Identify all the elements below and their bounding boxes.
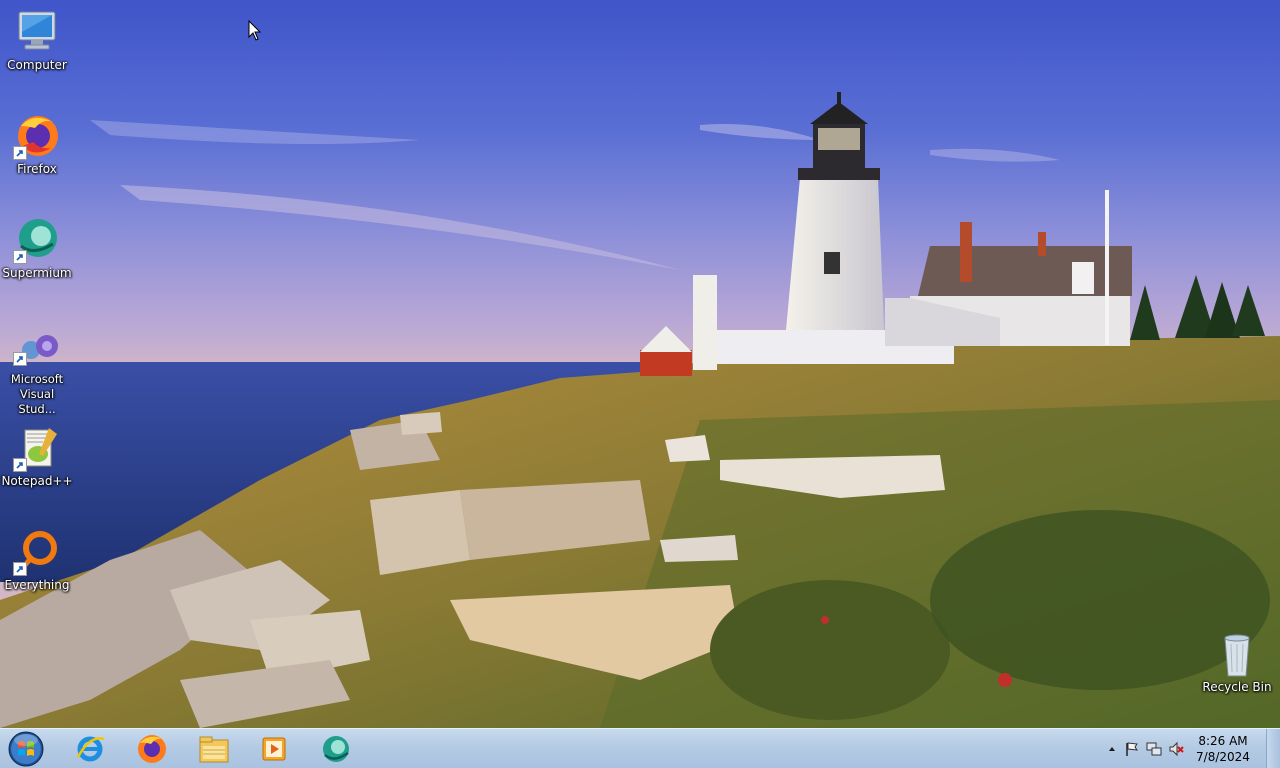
start-button[interactable] (6, 730, 46, 768)
desktop-icon-supermium[interactable]: Supermium (0, 216, 74, 281)
desktop-wallpaper (0, 0, 1280, 728)
network-icon[interactable] (1146, 741, 1162, 757)
desktop-icon-label: Everything (4, 578, 70, 592)
desktop-icon-notepadpp[interactable]: Notepad++ (0, 424, 74, 489)
shortcut-arrow-icon (13, 458, 27, 472)
supermium-icon (13, 216, 61, 264)
file-explorer-icon (199, 736, 229, 763)
notepadpp-icon (13, 424, 61, 472)
desktop-icon-firefox[interactable]: Firefox (0, 112, 74, 177)
supermium-icon (323, 736, 349, 762)
firefox-icon (13, 112, 61, 160)
desktop-icon-label: Notepad++ (1, 474, 73, 488)
desktop-icon-label: Recycle Bin (1202, 680, 1272, 694)
recycle-bin-icon (1213, 630, 1261, 678)
taskbar-internet-explorer[interactable] (62, 731, 118, 767)
desktop-icon-visual-studio[interactable]: Microsoft Visual Stud... (0, 330, 74, 417)
volume-muted-icon[interactable] (1168, 741, 1184, 757)
clock-time: 8:26 AM (1198, 734, 1248, 748)
taskbar-file-explorer[interactable] (186, 731, 242, 767)
desktop-icon-label: Supermium (2, 266, 72, 280)
taskbar-clock[interactable]: 8:26 AM 7/8/2024 (1190, 733, 1256, 765)
desktop-icon-label: Firefox (17, 162, 57, 176)
computer-icon (13, 8, 61, 56)
desktop-icon-label: Microsoft Visual Stud... (10, 372, 64, 416)
show-hidden-icons-icon[interactable] (1104, 741, 1120, 757)
taskbar: 8:26 AM 7/8/2024 (0, 728, 1280, 768)
desktop-icon-computer[interactable]: Computer (0, 8, 74, 73)
action-center-flag-icon[interactable] (1124, 741, 1140, 757)
internet-explorer-icon (76, 736, 105, 762)
start-orb-icon (8, 731, 44, 767)
shortcut-arrow-icon (13, 146, 27, 160)
shortcut-arrow-icon (13, 250, 27, 264)
desktop-icon-label: Computer (7, 58, 67, 72)
media-player-icon (262, 737, 286, 761)
taskbar-firefox[interactable] (124, 731, 180, 767)
firefox-icon (138, 735, 166, 763)
mouse-cursor (248, 19, 262, 42)
shortcut-arrow-icon (13, 352, 27, 366)
clock-date: 7/8/2024 (1196, 750, 1250, 764)
everything-icon (13, 528, 61, 576)
desktop-icon-recycle-bin[interactable]: Recycle Bin (1200, 630, 1274, 695)
taskbar-media-player[interactable] (246, 731, 302, 767)
taskbar-supermium[interactable] (308, 731, 364, 767)
system-tray: 8:26 AM 7/8/2024 (1094, 729, 1280, 768)
shortcut-arrow-icon (13, 562, 27, 576)
show-desktop-button[interactable] (1266, 729, 1280, 768)
visual-studio-icon (13, 330, 61, 370)
desktop-icon-everything[interactable]: Everything (0, 528, 74, 593)
